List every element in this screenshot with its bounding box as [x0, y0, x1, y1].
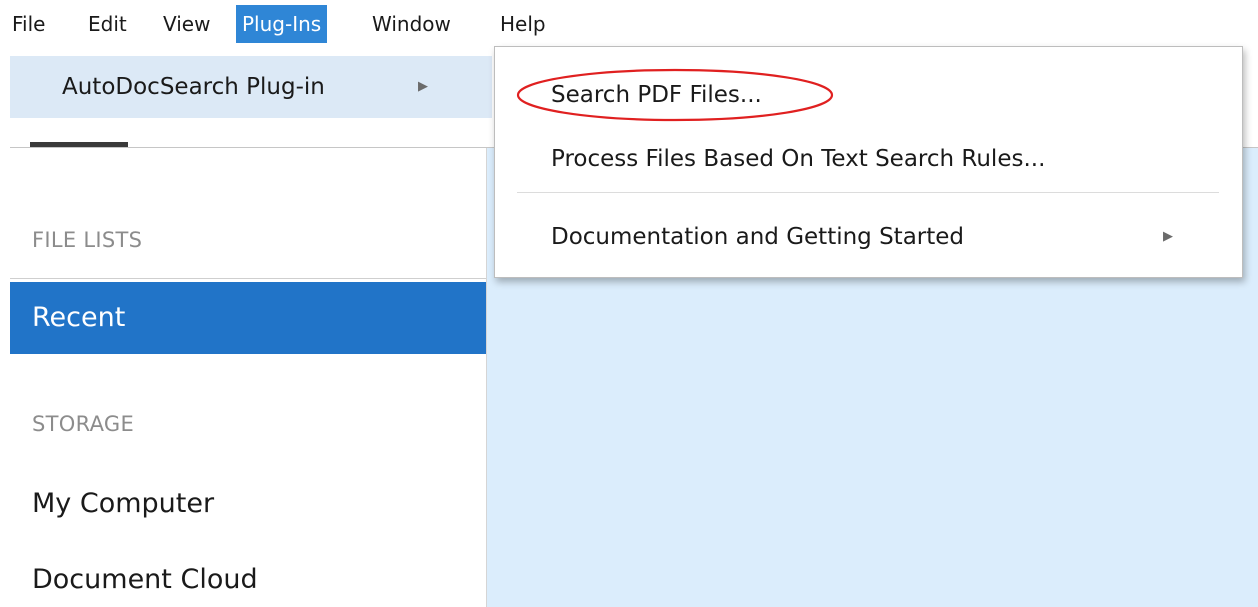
chevron-right-icon: ▶ — [1163, 229, 1173, 244]
menu-bar: File Edit View Plug-Ins Window Help — [0, 0, 1258, 46]
chevron-right-icon: ▶ — [418, 79, 428, 94]
menu-item-label: Documentation and Getting Started — [551, 224, 965, 250]
sidebar-item-document-cloud[interactable]: Document Cloud — [10, 544, 486, 607]
sidebar-item-label: Document Cloud — [32, 564, 258, 595]
menu-window[interactable]: Window — [366, 5, 457, 43]
menu-item-process-files[interactable]: Process Files Based On Text Search Rules… — [495, 133, 1242, 185]
sidebar-item-recent[interactable]: Recent — [10, 282, 486, 354]
menu-file[interactable]: File — [6, 5, 51, 43]
home-sidebar: FILE LISTS Recent STORAGE My Computer Do… — [10, 148, 487, 607]
sidebar-item-my-computer[interactable]: My Computer — [10, 468, 486, 540]
autodocsearch-submenu: Search PDF Files... Process Files Based … — [494, 46, 1243, 278]
autodocsearch-plugin-label: AutoDocSearch Plug-in — [62, 74, 325, 100]
active-tab-indicator — [30, 142, 128, 147]
file-lists-header: FILE LISTS — [32, 228, 143, 252]
menu-item-autodocsearch-plugin[interactable]: AutoDocSearch Plug-in ▶ — [10, 56, 492, 118]
menu-separator — [517, 192, 1219, 193]
menu-item-label: Process Files Based On Text Search Rules… — [551, 146, 1046, 172]
sidebar-item-label: Recent — [32, 302, 126, 333]
sidebar-item-label: My Computer — [32, 488, 215, 519]
storage-header: STORAGE — [32, 412, 135, 436]
menu-item-documentation[interactable]: Documentation and Getting Started ▶ — [495, 211, 1242, 263]
menu-edit[interactable]: Edit — [82, 5, 133, 43]
menu-item-label: Search PDF Files... — [551, 82, 762, 108]
acrobat-window: File Edit View Plug-Ins Window Help Auto… — [0, 0, 1258, 607]
menu-item-search-pdf-files[interactable]: Search PDF Files... — [495, 69, 1242, 121]
section-divider — [10, 278, 486, 279]
menu-plug-ins[interactable]: Plug-Ins — [236, 5, 328, 43]
menu-view[interactable]: View — [157, 5, 216, 43]
menu-help[interactable]: Help — [494, 5, 552, 43]
